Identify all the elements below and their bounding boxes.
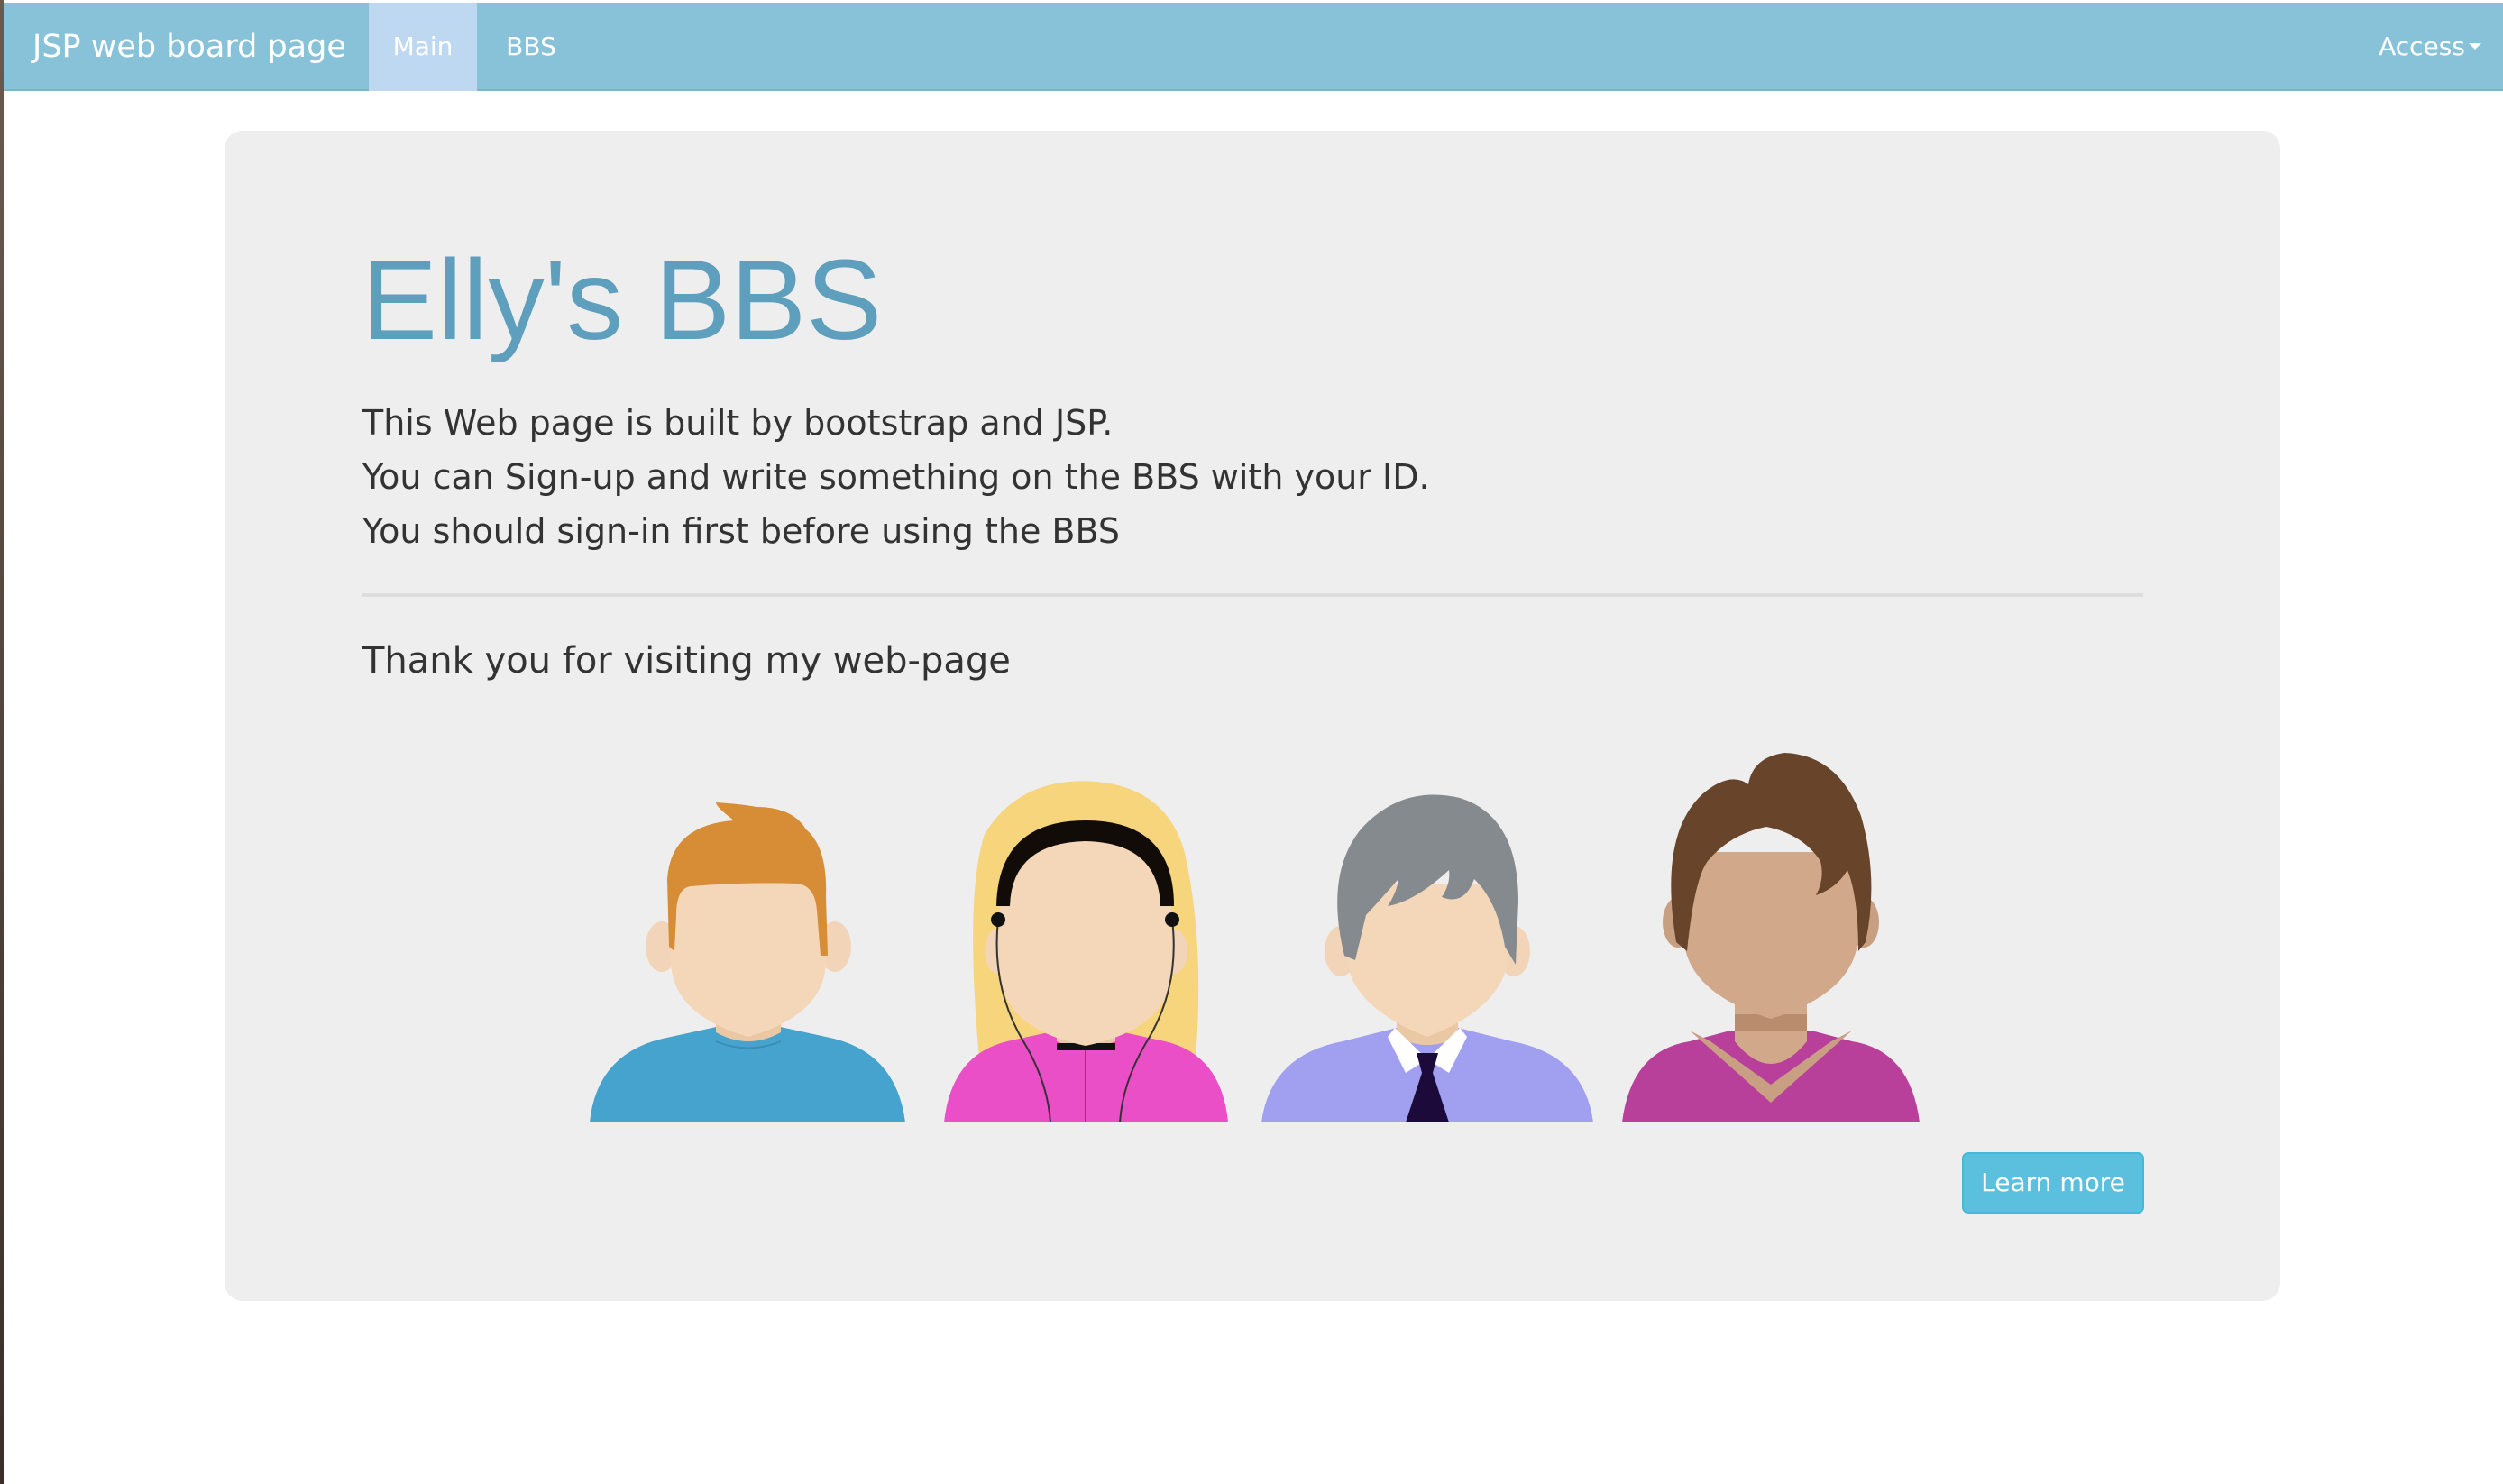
learn-more-button[interactable]: Learn more [1962,1152,2144,1214]
caret-down-icon [2468,43,2481,50]
nav-tab-main[interactable]: Main [369,3,477,91]
intro-line: You should sign-in first before using th… [362,511,1121,551]
man-gray-hair-tie-avatar [1261,794,1593,1122]
intro-line: You can Sign-up and write something on t… [362,457,1430,497]
man-orange-hair-avatar [590,802,905,1122]
page-title: Elly's BBS [362,236,883,363]
jumbotron: Elly's BBS This Web page is built by boo… [225,131,2280,1301]
access-dropdown-label: Access [2379,32,2465,61]
divider [362,593,2143,597]
window-left-edge [0,0,4,1484]
nav-tab-bbs[interactable]: BBS [477,3,585,91]
woman-brown-hair-avatar [1622,753,1920,1122]
woman-blonde-headphones-avatar [944,781,1228,1122]
thanks-text: Thank you for visiting my web-page [362,640,1011,682]
navbar-brand[interactable]: JSP web board page [32,3,346,91]
intro-line: This Web page is built by bootstrap and … [362,403,1114,443]
access-dropdown[interactable]: Access [2370,3,2490,91]
top-navbar: JSP web board page Main BBS Access [4,3,2503,91]
